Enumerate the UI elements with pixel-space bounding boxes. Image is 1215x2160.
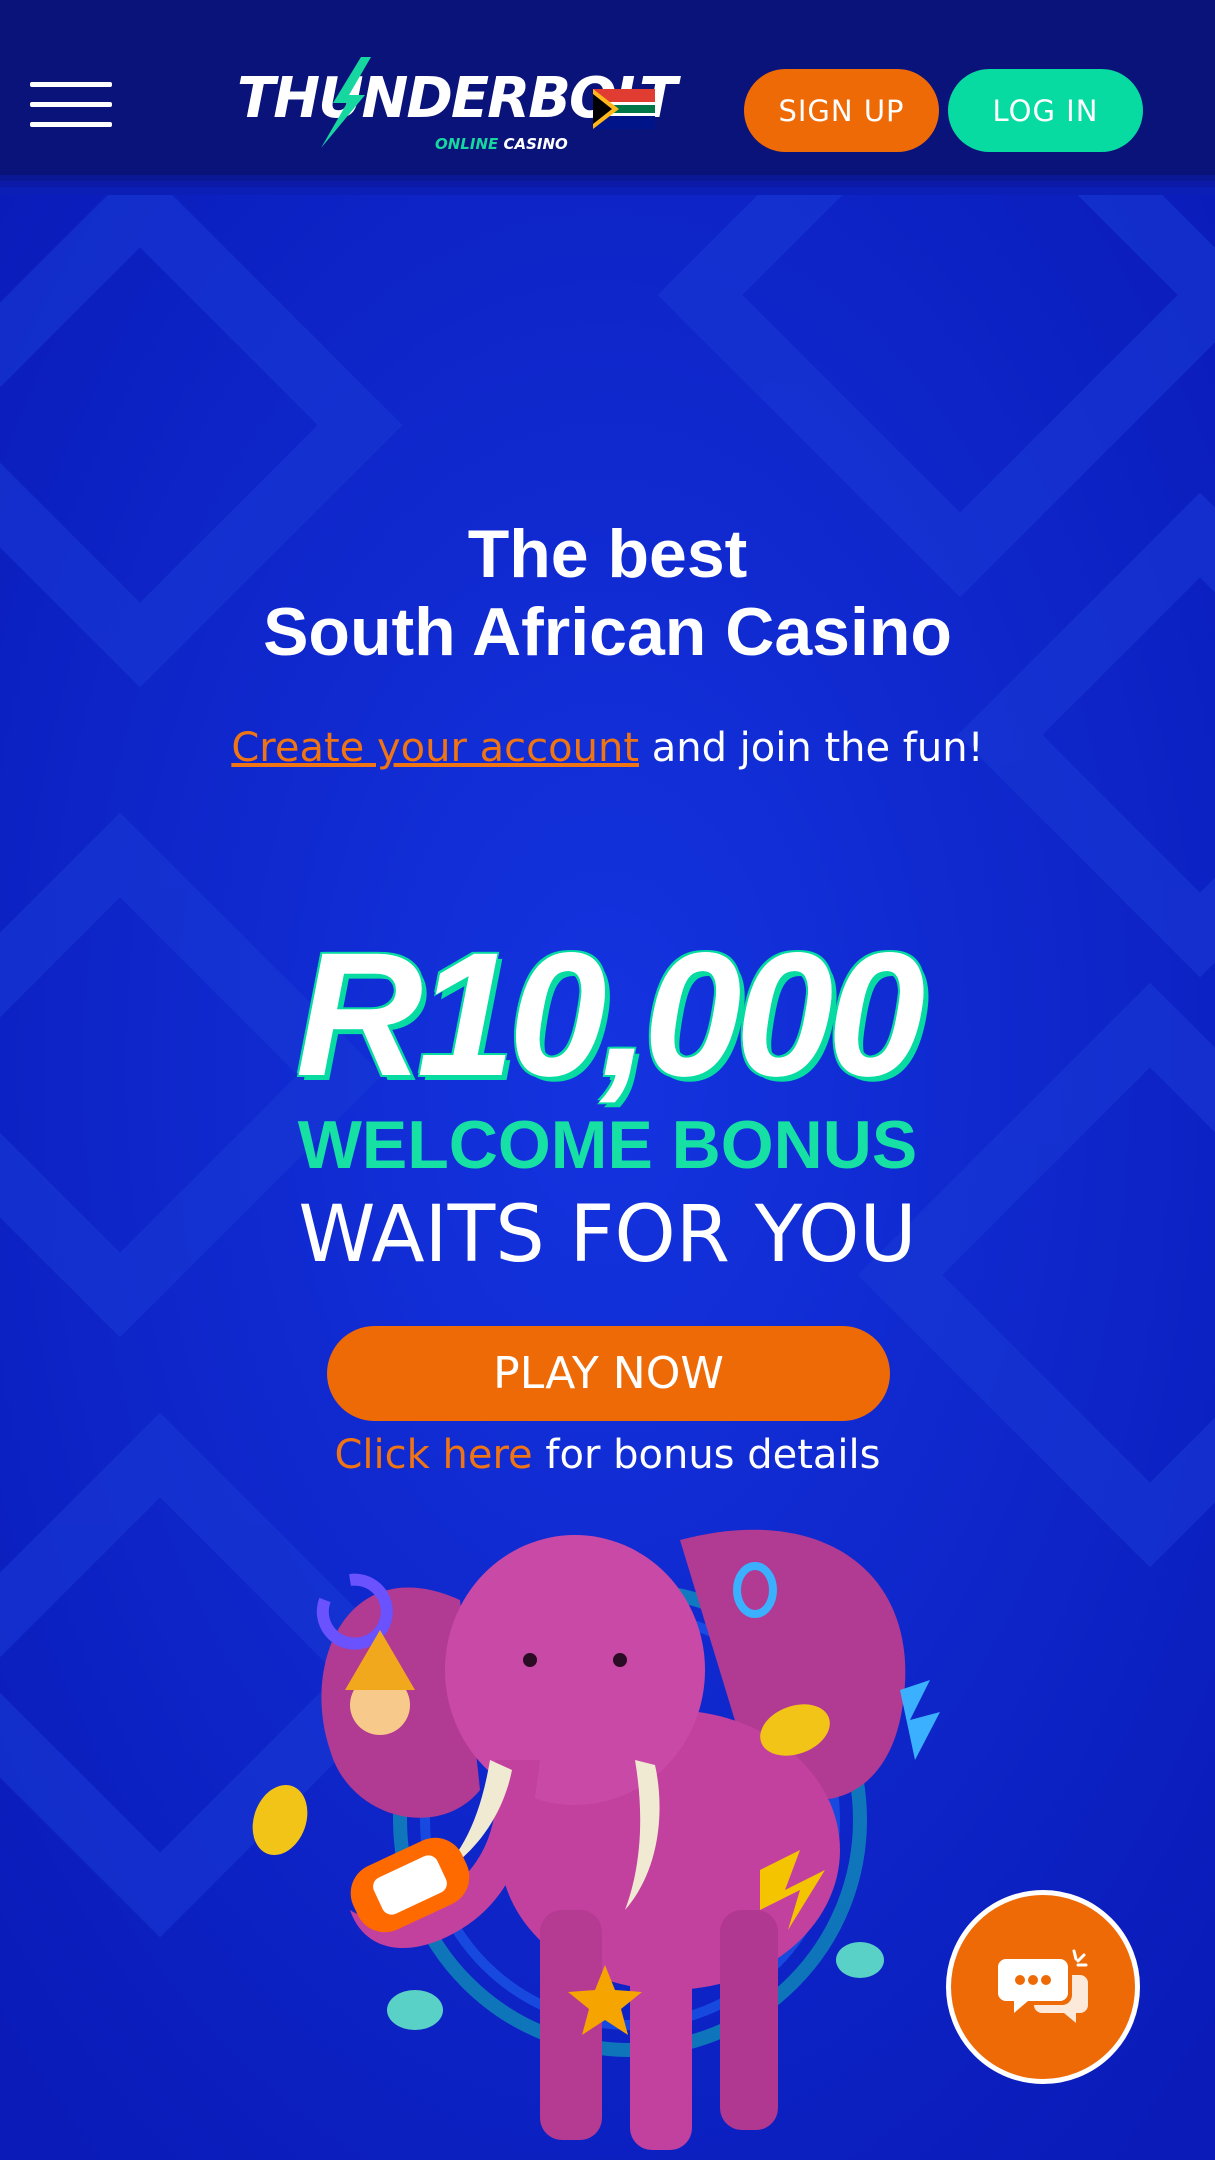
hero-subline: Create your account and join the fun!: [0, 725, 1215, 771]
sign-up-button[interactable]: SIGN UP: [744, 69, 939, 152]
details-suffix: for bonus details: [532, 1432, 881, 1478]
leg-3: [720, 1910, 778, 2130]
live-chat-button[interactable]: [946, 1890, 1140, 2084]
welcome-bonus-title: WELCOME BONUS: [297, 1107, 918, 1183]
play-now-button[interactable]: PLAY NOW: [327, 1326, 890, 1421]
chat-bubbles-icon: [998, 1949, 1088, 2023]
site-header: THUNDERBOLT ONLINE CASINO SIGN UP LOG IN: [0, 0, 1215, 175]
bonus-amount: R10,000: [295, 917, 925, 1113]
gold-coin: [252, 1785, 308, 1855]
casino-chip: [836, 1942, 884, 1978]
headline-line-2: South African Casino: [263, 594, 952, 670]
elephant-head: [445, 1535, 705, 1805]
subline-suffix: and join the fun!: [639, 725, 984, 771]
hamburger-menu-icon[interactable]: [30, 82, 112, 127]
casino-chip: [387, 1990, 443, 2030]
lightning-bolt-icon: [321, 57, 371, 148]
bonus-details-link[interactable]: Click here: [335, 1432, 533, 1478]
south-africa-flag-icon: [593, 89, 655, 129]
bonus-details-line: Click here for bonus details: [0, 1432, 1215, 1478]
elephant-illustration: [252, 1529, 940, 2150]
hero-headline: The best South African Casino: [0, 515, 1215, 671]
bonus-subtitle: WAITS FOR YOU: [298, 1190, 917, 1280]
site-logo[interactable]: THUNDERBOLT ONLINE CASINO: [235, 55, 677, 155]
headline-line-1: The best: [467, 516, 748, 592]
log-in-button[interactable]: LOG IN: [948, 69, 1143, 152]
create-account-link[interactable]: Create your account: [231, 725, 639, 771]
logo-tagline: ONLINE CASINO: [435, 135, 568, 153]
leg-2: [630, 1930, 692, 2150]
